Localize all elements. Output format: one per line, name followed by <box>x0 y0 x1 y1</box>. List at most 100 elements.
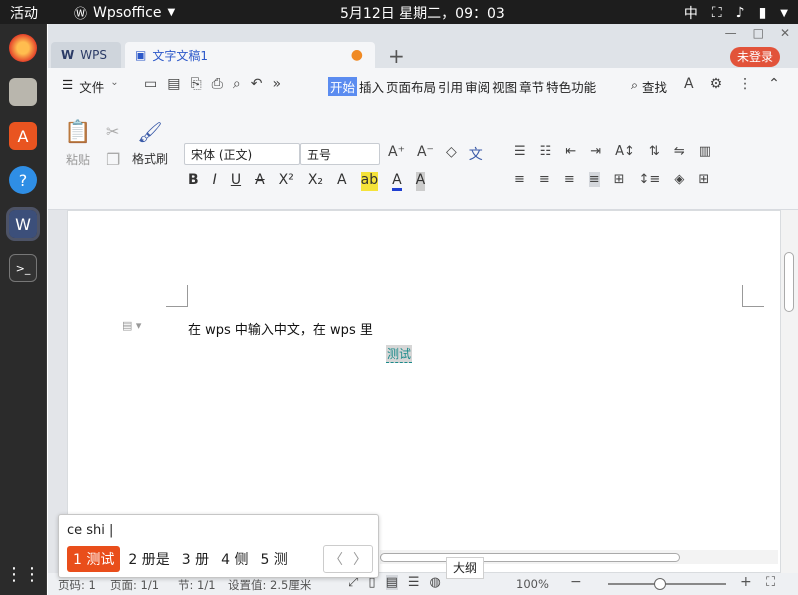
candidate-1[interactable]: 1 测试 <box>67 546 121 572</box>
terminal-icon[interactable]: >_ <box>9 254 37 282</box>
more-icon[interactable]: » <box>272 76 281 92</box>
unsaved-dot-icon: ● <box>350 47 363 63</box>
new-tab-icon[interactable]: + <box>388 44 405 68</box>
font-name-select[interactable]: 宋体 (正文) <box>184 143 300 165</box>
decrease-indent-icon[interactable]: ⇤ <box>565 144 576 159</box>
activities-button[interactable]: 活动 <box>10 3 38 23</box>
zoom-level[interactable]: 100% <box>516 577 549 591</box>
clear-format-icon[interactable]: ◇ <box>446 144 457 164</box>
shrink-font-icon[interactable]: A⁻ <box>417 144 434 164</box>
open-icon[interactable]: ▭ <box>144 76 157 92</box>
candidate-5[interactable]: 5 测 <box>260 549 287 569</box>
tab-wps[interactable]: W WPS <box>51 42 121 68</box>
tab-document[interactable]: ▣ 文字文稿1 ● <box>125 42 375 68</box>
superscript-icon[interactable]: X² <box>279 172 294 191</box>
search-button[interactable]: ⌕ 查找 <box>631 77 667 96</box>
software-store-icon[interactable]: A <box>9 122 37 150</box>
app-menu[interactable]: Ⓦ Wpsoffice ▼ <box>74 3 175 23</box>
undo-icon[interactable]: ↶ <box>251 76 263 92</box>
align-center-icon[interactable]: ≡ <box>539 172 550 187</box>
tab-bar: — □ ✕ W WPS ▣ 文字文稿1 ● + 未登录 <box>48 24 798 68</box>
font-size-select[interactable]: 五号 <box>300 143 380 165</box>
font-color-icon[interactable]: A <box>392 172 402 191</box>
candidate-4[interactable]: 4 侧 <box>221 549 248 569</box>
scrollbar-thumb[interactable] <box>784 252 794 312</box>
shading-icon[interactable]: ◈ <box>674 172 684 187</box>
print-icon[interactable]: ⎙ <box>212 76 223 92</box>
distribute-icon[interactable]: ⊞ <box>614 172 625 187</box>
char-shading-icon[interactable]: A <box>415 172 426 191</box>
sort-icon[interactable]: ⇅ <box>649 144 660 159</box>
print-preview-icon[interactable]: ⌕ <box>233 76 241 92</box>
wps-dock-icon[interactable]: W <box>6 207 40 241</box>
grow-font-icon[interactable]: A⁺ <box>388 144 405 164</box>
tab-chapter[interactable]: 章节 <box>519 77 544 96</box>
tab-insert[interactable]: 插入 <box>359 77 384 96</box>
align-left-icon[interactable]: ≡ <box>514 172 525 187</box>
phonetic-guide-icon[interactable]: 文 <box>469 144 483 164</box>
files-icon[interactable] <box>9 78 37 106</box>
page-view-icon[interactable]: ▤ <box>385 575 398 590</box>
subscript-icon[interactable]: X₂ <box>308 172 323 191</box>
outline-view-icon[interactable]: ☰ <box>408 575 420 590</box>
increase-indent-icon[interactable]: ⇥ <box>590 144 601 159</box>
horizontal-scrollbar-thumb[interactable] <box>380 553 680 562</box>
align-right-icon[interactable]: ≡ <box>564 172 575 187</box>
login-button[interactable]: 未登录 <box>730 47 780 67</box>
zoom-in-icon[interactable]: + <box>740 574 752 590</box>
columns-icon[interactable]: ▥ <box>699 144 711 159</box>
zoom-out-icon[interactable]: − <box>570 574 582 590</box>
vertical-scrollbar[interactable] <box>781 210 798 573</box>
prev-page-icon[interactable]: 〈 <box>329 549 343 569</box>
web-view-icon[interactable]: ◍ <box>430 575 441 590</box>
text-direction-icon[interactable]: A↕ <box>615 144 635 159</box>
paragraph-handle-icon[interactable]: ▤ ▾ <box>122 319 141 332</box>
input-method-indicator[interactable]: 中 <box>684 3 698 23</box>
tab-review[interactable]: 审阅 <box>465 77 490 96</box>
justify-icon[interactable]: ≡ <box>588 172 600 187</box>
numbering-icon[interactable]: ☷ <box>540 144 552 159</box>
help-icon[interactable]: ? <box>9 166 37 194</box>
underline-icon[interactable]: U <box>231 172 241 191</box>
settings-gear-icon[interactable]: ⚙ <box>710 76 723 92</box>
copy-icon[interactable]: ❐ <box>106 150 120 169</box>
strikethrough-icon[interactable]: A <box>255 172 265 191</box>
export-icon[interactable]: ⎘ <box>190 76 201 92</box>
horizontal-scrollbar[interactable] <box>380 550 778 564</box>
fit-window-icon[interactable]: ⛶ <box>766 575 775 590</box>
next-page-icon[interactable]: 〉 <box>353 549 367 569</box>
maximize-icon[interactable]: □ <box>753 26 764 40</box>
borders-icon[interactable]: ⊞ <box>698 172 709 187</box>
tab-layout[interactable]: 页面布局 <box>386 77 436 96</box>
clock[interactable]: 5月12日 星期二，09：03 <box>340 3 505 23</box>
save-icon[interactable]: ▤ <box>167 76 180 92</box>
highlight-icon[interactable]: ab <box>360 172 379 191</box>
line-tools-icon[interactable]: ⇋ <box>674 144 685 159</box>
cut-icon[interactable]: ✂ <box>106 122 119 141</box>
line-spacing-icon[interactable]: ↕≡ <box>639 172 661 187</box>
more-options-icon[interactable]: ⋮ <box>738 76 752 92</box>
close-icon[interactable]: ✕ <box>780 26 790 40</box>
tab-features[interactable]: 特色功能 <box>546 77 596 96</box>
tab-references[interactable]: 引用 <box>438 77 463 96</box>
zoom-slider[interactable] <box>608 578 726 590</box>
bullets-icon[interactable]: ☰ <box>514 144 526 159</box>
text-effect-icon[interactable]: A <box>337 172 347 191</box>
tab-view[interactable]: 视图 <box>492 77 517 96</box>
paste-button[interactable]: 📋 粘贴 <box>60 120 96 168</box>
firefox-icon[interactable] <box>9 34 37 62</box>
italic-icon[interactable]: I <box>213 172 217 191</box>
candidate-3[interactable]: 3 册 <box>182 549 209 569</box>
zoom-slider-handle[interactable] <box>654 578 666 590</box>
bold-icon[interactable]: B <box>188 172 199 191</box>
candidate-2[interactable]: 2 册是 <box>128 549 169 569</box>
format-painter-button[interactable]: 🖌 格式刷 <box>130 120 170 167</box>
app-grid-icon[interactable]: ⋮⋮ <box>5 560 41 588</box>
collapse-ribbon-icon[interactable]: ⌃ <box>768 76 780 92</box>
translate-icon[interactable]: A <box>684 76 694 92</box>
system-tray[interactable]: 中 ⛶ ♪ ▮ ▼ <box>684 3 788 23</box>
minimize-icon[interactable]: — <box>725 26 737 40</box>
chevron-down-icon: ⌄ <box>110 77 119 88</box>
tab-home[interactable]: 开始 <box>328 77 358 96</box>
file-menu[interactable]: ☰ 文件 ⌄ <box>62 77 119 96</box>
